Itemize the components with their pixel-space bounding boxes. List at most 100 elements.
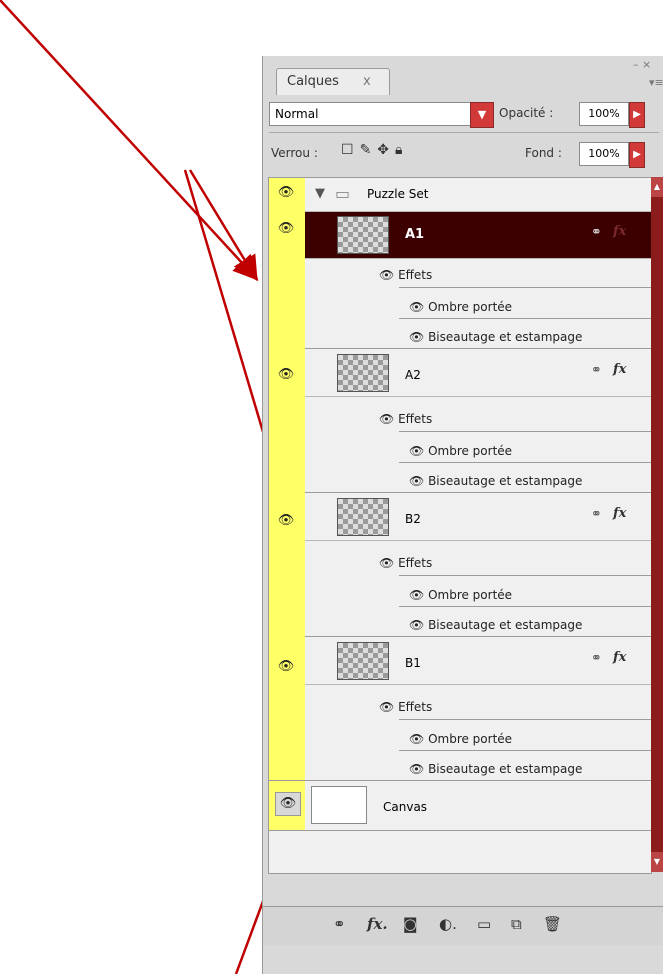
layer-name: Canvas — [383, 800, 428, 814]
fx-icon[interactable]: fx — [613, 506, 626, 521]
divider — [399, 431, 651, 432]
effects-header: 👁︎ Effets — [379, 700, 433, 714]
tab-close-icon[interactable]: x — [363, 69, 371, 95]
layer-thumbnail — [337, 498, 389, 536]
scroll-up-icon[interactable]: ▲ — [651, 177, 663, 197]
effect-item[interactable]: 👁︎ Ombre portée — [409, 588, 512, 602]
effect-item[interactable]: 👁︎ Biseautage et estampage — [409, 762, 582, 776]
lock-label: Verrou : — [271, 146, 318, 160]
link-layers-icon[interactable]: ⚭ — [333, 915, 346, 933]
effect-label: Biseautage et estampage — [428, 474, 583, 488]
lock-move-icon[interactable]: ✥ — [377, 142, 395, 158]
layer-row-A1[interactable]: A1 ⚭ fx — [305, 212, 651, 259]
effects-label: Effets — [398, 700, 433, 714]
link-icon: ⚭ — [591, 507, 602, 522]
tab-calques[interactable]: Calques x — [276, 68, 390, 95]
divider — [305, 492, 651, 493]
link-icon: ⚭ — [591, 225, 602, 240]
layer-row-group[interactable]: ▼ ▭ Puzzle Set — [305, 178, 651, 212]
layer-list-scrollbar[interactable]: ▲ ▼ — [651, 177, 663, 872]
effect-label: Ombre portée — [428, 444, 513, 458]
effect-label: Ombre portée — [428, 732, 513, 746]
effects-header: 👁︎ Effets — [379, 268, 433, 282]
divider — [305, 636, 651, 637]
eye-icon[interactable]: 👁︎ — [274, 218, 298, 240]
eye-icon[interactable]: 👁︎ — [274, 510, 298, 532]
divider — [305, 348, 651, 349]
divider — [399, 318, 651, 319]
divider — [269, 780, 651, 781]
link-icon: ⚭ — [591, 651, 602, 666]
layer-thumbnail — [337, 216, 389, 254]
lock-all-icon[interactable]: 🔒︎ — [395, 142, 408, 158]
layer-row-B1[interactable]: B1 ⚭ fx — [305, 638, 651, 685]
layer-name: Puzzle Set — [367, 187, 429, 201]
divider — [269, 830, 651, 831]
layer-row-A2[interactable]: A2 ⚭ fx — [305, 350, 651, 397]
arrow-to-group — [0, 0, 259, 281]
divider — [399, 606, 651, 607]
adjustment-layer-icon[interactable]: ◐. — [439, 915, 457, 933]
effects-label: Effets — [398, 412, 433, 426]
blend-mode-select[interactable]: Normal — [269, 102, 471, 126]
folder-icon: ▭ — [335, 184, 351, 203]
lock-paint-icon[interactable]: ✎ — [360, 142, 378, 158]
fill-label: Fond : — [525, 146, 562, 160]
layer-name: A1 — [405, 227, 425, 242]
divider — [399, 575, 651, 576]
effect-label: Ombre portée — [428, 588, 513, 602]
divider — [269, 132, 659, 133]
layers-panel: Calques x – × ▾≡ Normal ▼ Opacité : 100%… — [262, 56, 663, 974]
fx-icon[interactable]: fx — [613, 224, 626, 239]
group-expand-icon[interactable]: ▼ — [315, 186, 325, 201]
eye-icon[interactable]: 👁︎ — [274, 656, 298, 678]
blend-mode-value: Normal — [275, 107, 319, 121]
layer-row-B2[interactable]: B2 ⚭ fx — [305, 494, 651, 541]
scroll-down-icon[interactable]: ▼ — [651, 852, 663, 872]
effects-header: 👁︎ Effets — [379, 556, 433, 570]
layer-name: A2 — [405, 368, 421, 382]
eye-icon[interactable]: 👁︎ — [274, 182, 298, 204]
fill-field[interactable]: 100% — [579, 142, 629, 166]
fx-icon[interactable]: fx — [613, 650, 626, 665]
new-group-icon[interactable]: ▭ — [477, 915, 491, 933]
effect-item[interactable]: 👁︎ Biseautage et estampage — [409, 474, 582, 488]
effect-label: Biseautage et estampage — [428, 618, 583, 632]
panel-menu-icon[interactable]: ▾≡ — [649, 76, 663, 89]
effect-label: Biseautage et estampage — [428, 762, 583, 776]
layer-name: B2 — [405, 512, 421, 526]
blend-mode-dropdown-icon[interactable]: ▼ — [470, 102, 494, 128]
opacity-arrow-icon[interactable]: ▶ — [629, 102, 645, 128]
divider — [399, 719, 651, 720]
panel-minimize-icon[interactable]: – × — [633, 58, 651, 71]
effect-label: Ombre portée — [428, 300, 513, 314]
tab-label: Calques — [287, 74, 339, 89]
layer-name: B1 — [405, 656, 421, 670]
layers-bottom-toolbar: ⚭ fx. ◙ ◐. ▭ ⧉ 🗑︎ — [263, 906, 663, 945]
effect-item[interactable]: 👁︎ Ombre portée — [409, 300, 512, 314]
divider — [399, 750, 651, 751]
layer-thumbnail — [337, 642, 389, 680]
add-mask-icon[interactable]: ◙ — [403, 915, 418, 933]
delete-layer-icon[interactable]: 🗑︎ — [543, 915, 562, 933]
fill-arrow-icon[interactable]: ▶ — [629, 142, 645, 168]
eye-icon[interactable]: 👁︎ — [274, 364, 298, 386]
lock-transparency-icon[interactable]: ☐ — [341, 142, 360, 158]
effect-item[interactable]: 👁︎ Ombre portée — [409, 732, 512, 746]
effect-item[interactable]: 👁︎ Ombre portée — [409, 444, 512, 458]
link-icon: ⚭ — [591, 363, 602, 378]
fx-icon[interactable]: fx — [613, 362, 626, 377]
effect-item[interactable]: 👁︎ Biseautage et estampage — [409, 618, 582, 632]
eye-icon[interactable]: 👁︎ — [275, 792, 301, 816]
layer-thumbnail — [337, 354, 389, 392]
add-style-icon[interactable]: fx. — [367, 915, 388, 933]
effect-label: Biseautage et estampage — [428, 330, 583, 344]
visibility-column — [269, 178, 305, 830]
effects-label: Effets — [398, 556, 433, 570]
lock-icons: ☐✎✥🔒︎ — [341, 142, 408, 158]
effects-label: Effets — [398, 268, 433, 282]
opacity-field[interactable]: 100% — [579, 102, 629, 126]
layer-list: 👁︎ ▼ ▭ Puzzle Set 👁︎ A1 ⚭ fx 👁︎ Effets 👁… — [268, 177, 652, 874]
new-layer-icon[interactable]: ⧉ — [511, 915, 522, 933]
effect-item[interactable]: 👁︎ Biseautage et estampage — [409, 330, 582, 344]
